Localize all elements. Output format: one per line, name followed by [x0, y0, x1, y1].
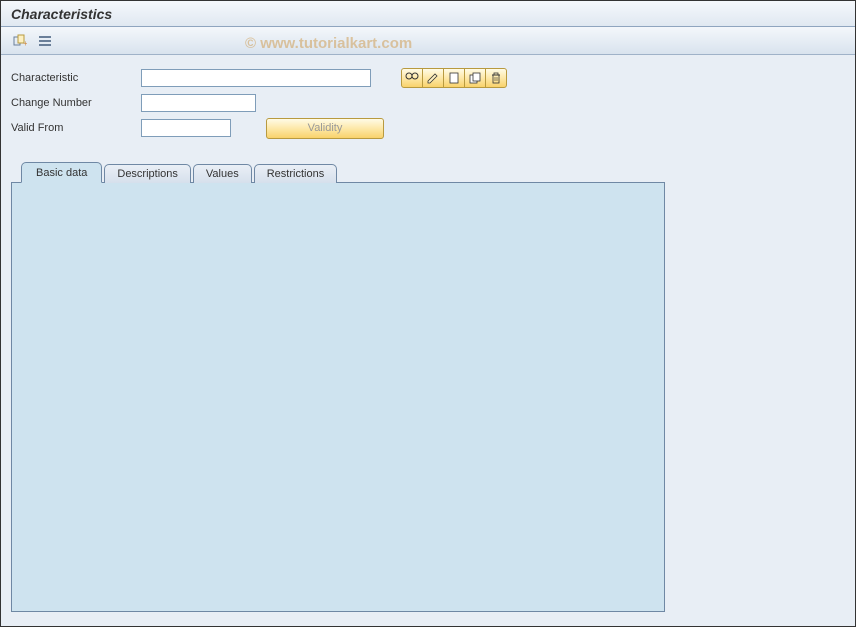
label-characteristic: Characteristic	[11, 72, 141, 84]
row-valid-from: Valid From Validity	[11, 117, 845, 139]
tab-panel-basic-data	[11, 182, 665, 612]
tab-descriptions[interactable]: Descriptions	[104, 164, 191, 183]
input-characteristic[interactable]	[141, 69, 371, 87]
input-valid-from[interactable]	[141, 119, 231, 137]
app-toolbar: +	[1, 27, 855, 55]
delete-icon[interactable]	[485, 68, 507, 88]
label-valid-from: Valid From	[11, 122, 141, 134]
validity-button[interactable]: Validity	[266, 118, 384, 139]
create-icon[interactable]	[443, 68, 465, 88]
tab-restrictions[interactable]: Restrictions	[254, 164, 337, 183]
copy-icon[interactable]	[464, 68, 486, 88]
tab-basic-data[interactable]: Basic data	[21, 162, 102, 183]
tab-label: Restrictions	[267, 168, 324, 180]
input-change-number[interactable]	[141, 94, 256, 112]
structure-icon[interactable]	[34, 31, 56, 51]
extend-icon[interactable]: +	[9, 31, 31, 51]
tab-container: Basic data Descriptions Values Restricti…	[11, 162, 855, 612]
tab-strip: Basic data Descriptions Values Restricti…	[11, 162, 855, 182]
validity-button-label: Validity	[308, 122, 343, 134]
row-characteristic: Characteristic	[11, 67, 845, 89]
display-icon[interactable]	[401, 68, 423, 88]
form-area: Characteristic	[1, 55, 855, 156]
title-bar: Characteristics	[1, 1, 855, 27]
label-change-number: Change Number	[11, 97, 141, 109]
svg-text:+: +	[23, 39, 27, 48]
tab-values[interactable]: Values	[193, 164, 252, 183]
change-icon[interactable]	[422, 68, 444, 88]
tab-label: Values	[206, 168, 239, 180]
tab-label: Basic data	[36, 167, 87, 179]
action-icon-group	[401, 68, 507, 88]
tab-label: Descriptions	[117, 168, 178, 180]
page-title: Characteristics	[11, 6, 112, 22]
row-change-number: Change Number	[11, 92, 845, 114]
